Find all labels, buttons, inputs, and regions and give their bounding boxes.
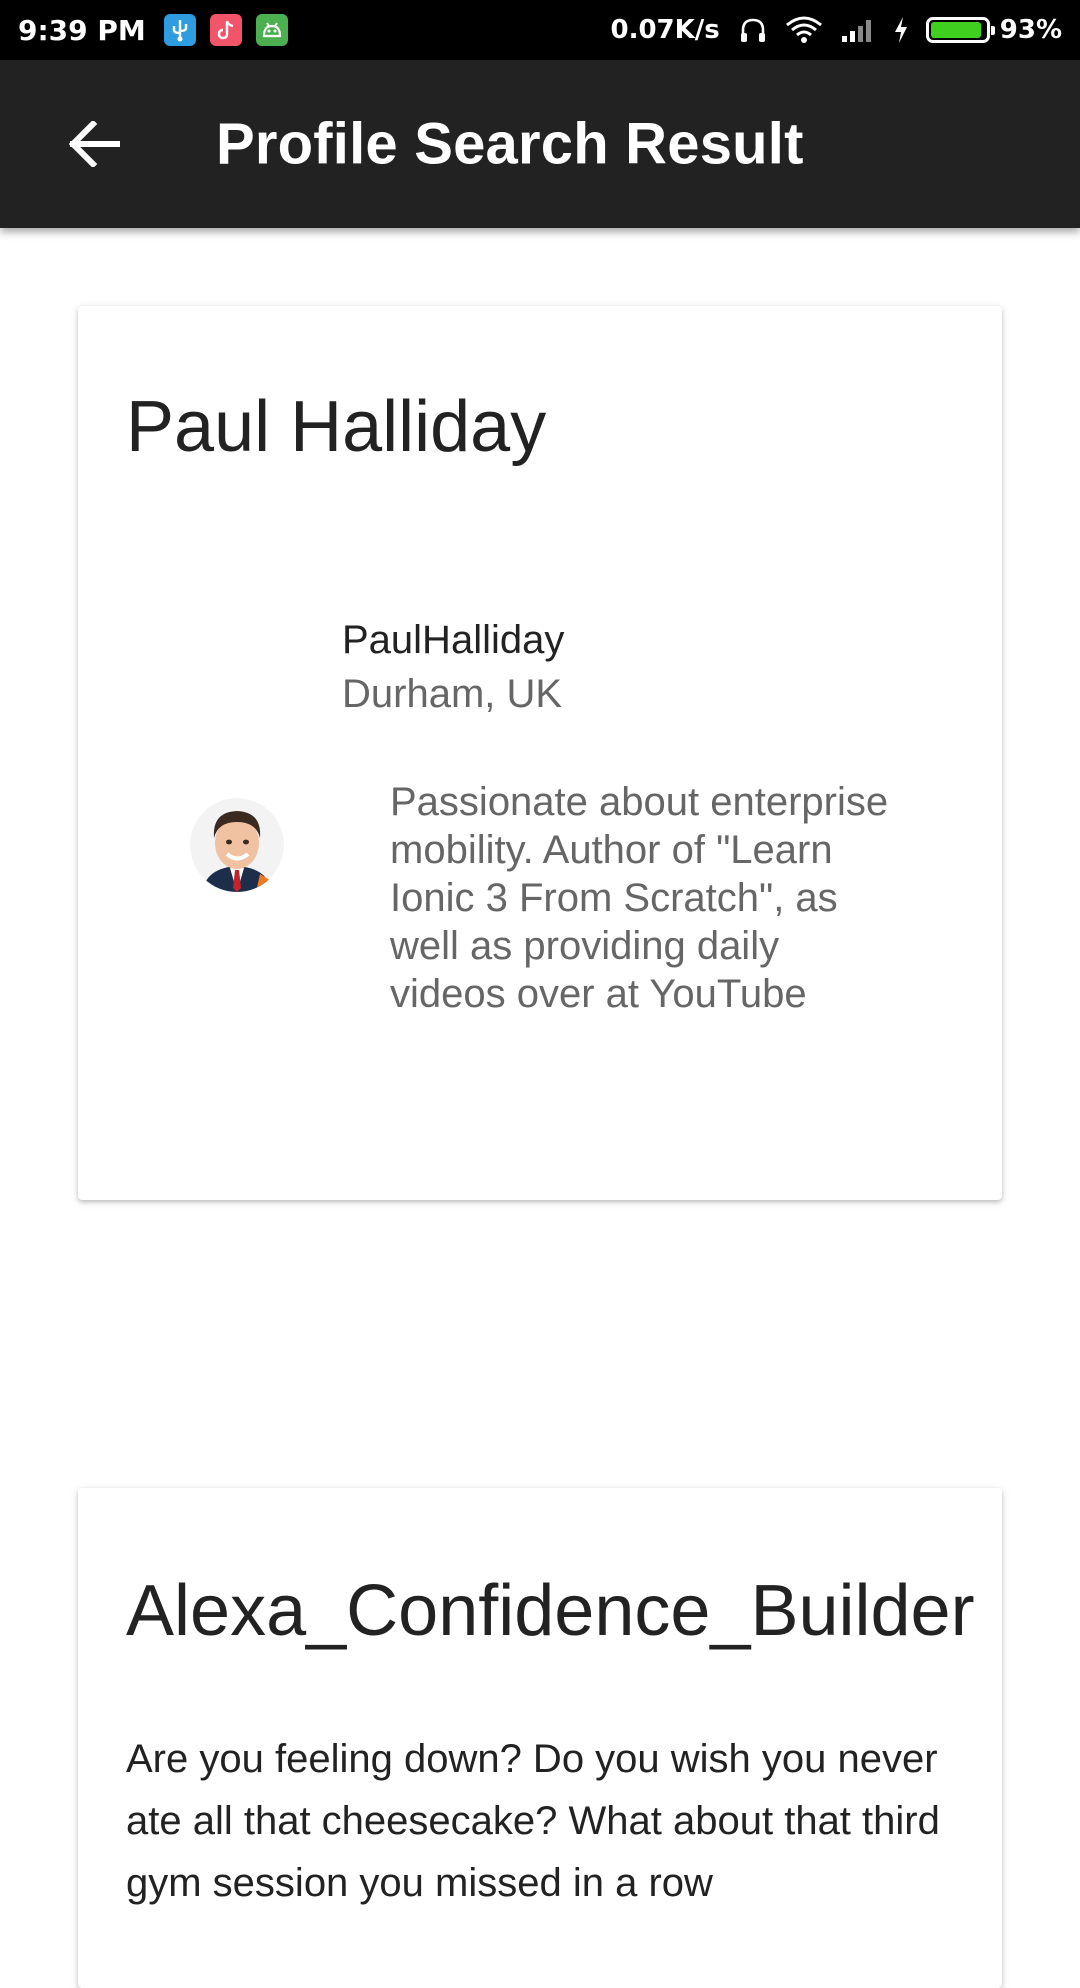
profile-handle: PaulHalliday bbox=[342, 618, 565, 662]
headphones-icon bbox=[738, 15, 768, 45]
back-button[interactable] bbox=[62, 111, 128, 177]
tiktok-icon bbox=[209, 14, 242, 46]
wifi-icon bbox=[784, 15, 824, 45]
network-speed: 0.07K/s bbox=[610, 15, 720, 45]
status-bar-right: 0.07K/s 93% bbox=[610, 15, 1062, 45]
battery-percent: 93% bbox=[999, 15, 1062, 45]
status-bar: 9:39 PM 0.07K/s 93% bbox=[0, 0, 1080, 60]
skill-title: Alexa_Confidence_Builder bbox=[126, 1571, 975, 1651]
avatar bbox=[190, 798, 284, 892]
signal-icon bbox=[840, 16, 876, 44]
profile-card[interactable]: Paul Halliday PaulHalliday Durham, UK Pa… bbox=[78, 306, 1002, 1200]
battery-level-fill bbox=[930, 22, 981, 38]
profile-name: Paul Halliday bbox=[126, 387, 547, 467]
android-icon bbox=[255, 14, 288, 46]
usb-icon bbox=[163, 14, 196, 46]
app-bar: Profile Search Result bbox=[0, 60, 1080, 228]
status-bar-left: 9:39 PM bbox=[18, 14, 302, 47]
profile-location: Durham, UK bbox=[342, 672, 563, 716]
back-arrow-icon bbox=[69, 121, 120, 167]
page-title: Profile Search Result bbox=[216, 111, 804, 177]
status-time: 9:39 PM bbox=[18, 13, 146, 47]
profile-bio: Passionate about enterprise mobility. Au… bbox=[390, 780, 889, 1016]
charging-icon bbox=[892, 15, 910, 45]
battery-icon bbox=[925, 17, 995, 43]
skill-description: Are you feeling down? Do you wish you ne… bbox=[126, 1737, 940, 1905]
skill-card[interactable]: Alexa_Confidence_Builder Are you feeling… bbox=[78, 1488, 1002, 1988]
